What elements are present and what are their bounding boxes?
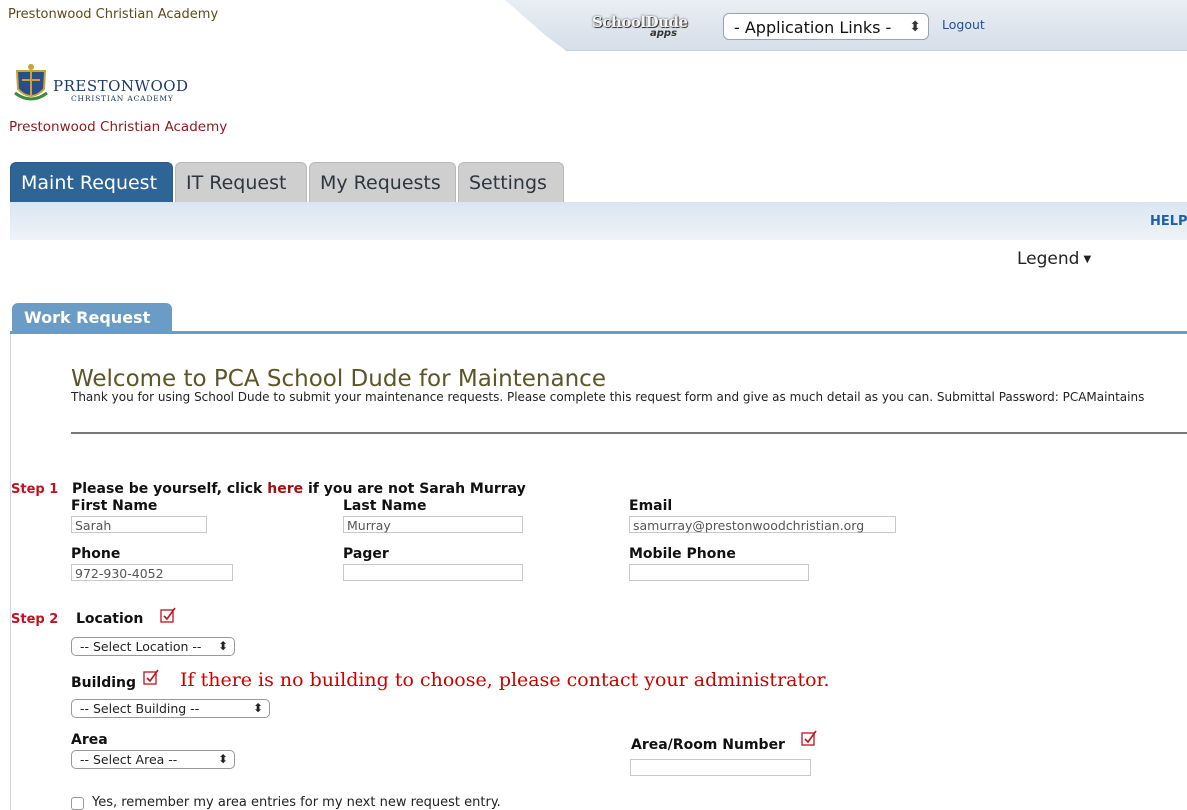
- area-label: Area: [71, 732, 108, 748]
- not-me-link[interactable]: here: [267, 481, 303, 497]
- select-arrows-icon: ⬍: [217, 752, 228, 766]
- select-arrows-icon: ⬍: [252, 701, 263, 715]
- org-name: Prestonwood Christian Academy: [9, 119, 228, 135]
- step1-instruction: Please be yourself, click here if you ar…: [72, 481, 526, 497]
- panel-left-border: [10, 334, 11, 810]
- building-help-message: If there is no building to choose, pleas…: [180, 669, 830, 691]
- legend-label: Legend: [1017, 249, 1080, 269]
- work-request-divider: [10, 331, 1187, 334]
- required-check-icon: [143, 669, 159, 685]
- step1-text-before: Please be yourself, click: [72, 481, 268, 497]
- step1-label: Step 1: [11, 482, 59, 497]
- tab-it-request[interactable]: IT Request: [175, 162, 307, 202]
- mobile-phone-field[interactable]: [629, 564, 809, 581]
- building-select[interactable]: -- Select Building -- ⬍: [71, 699, 270, 718]
- step2-label: Step 2: [11, 612, 59, 627]
- email-label: Email: [629, 498, 673, 514]
- page-title: Welcome to PCA School Dude for Maintenan…: [71, 366, 606, 392]
- help-link[interactable]: HELP: [1150, 214, 1187, 229]
- header-divider: [71, 432, 1187, 434]
- legend-dropdown[interactable]: Legend ▼: [1017, 249, 1091, 269]
- phone-field[interactable]: 972-930-4052: [71, 564, 233, 581]
- location-select[interactable]: -- Select Location -- ⬍: [71, 637, 235, 656]
- application-links-value: - Application Links -: [734, 18, 892, 37]
- logo-subname: CHRISTIAN ACADEMY: [71, 94, 174, 103]
- school-crest-icon: [14, 64, 48, 101]
- remember-checkbox[interactable]: [71, 797, 84, 810]
- required-check-icon: [801, 730, 817, 746]
- first-name-field[interactable]: Sarah: [71, 516, 207, 533]
- area-select-value: -- Select Area --: [80, 752, 178, 767]
- building-select-value: -- Select Building --: [80, 701, 200, 716]
- application-links-select[interactable]: - Application Links - ⬍: [723, 13, 929, 40]
- caret-down-icon: ▼: [1083, 253, 1092, 265]
- mobile-phone-label: Mobile Phone: [629, 546, 736, 562]
- remember-label: Yes, remember my area entries for my nex…: [92, 795, 501, 810]
- select-arrows-icon: ⬍: [909, 19, 921, 35]
- room-number-field[interactable]: [630, 759, 811, 776]
- work-request-tab[interactable]: Work Request: [12, 303, 172, 333]
- tab-settings[interactable]: Settings: [458, 162, 564, 202]
- step1-text-after: if you are not Sarah Murray: [303, 481, 526, 497]
- schooldude-logo[interactable]: SchoolDude apps: [592, 12, 700, 44]
- welcome-text: Thank you for using School Dude to submi…: [71, 390, 1145, 404]
- tab-maint-request[interactable]: Maint Request: [10, 162, 173, 202]
- last-name-field[interactable]: Murray: [343, 516, 523, 533]
- location-label: Location: [76, 611, 144, 627]
- select-arrows-icon: ⬍: [217, 639, 228, 653]
- logout-link[interactable]: Logout: [942, 17, 985, 32]
- email-field[interactable]: samurray@prestonwoodchristian.org: [629, 516, 896, 533]
- required-check-icon: [160, 607, 176, 623]
- pager-label: Pager: [343, 546, 389, 562]
- room-number-label: Area/Room Number: [631, 737, 785, 753]
- schooldude-apps-text: apps: [650, 28, 678, 39]
- tab-my-requests[interactable]: My Requests: [309, 162, 456, 202]
- sub-navigation-bar: [10, 202, 1187, 240]
- last-name-label: Last Name: [343, 498, 427, 514]
- location-select-value: -- Select Location --: [80, 639, 202, 654]
- pager-field[interactable]: [343, 564, 523, 581]
- phone-label: Phone: [71, 546, 121, 562]
- area-select[interactable]: -- Select Area -- ⬍: [71, 750, 235, 769]
- top-org-name: Prestonwood Christian Academy: [8, 7, 219, 22]
- logo-name: PRESTONWOOD: [53, 77, 189, 95]
- building-label: Building: [71, 675, 137, 691]
- first-name-label: First Name: [71, 498, 158, 514]
